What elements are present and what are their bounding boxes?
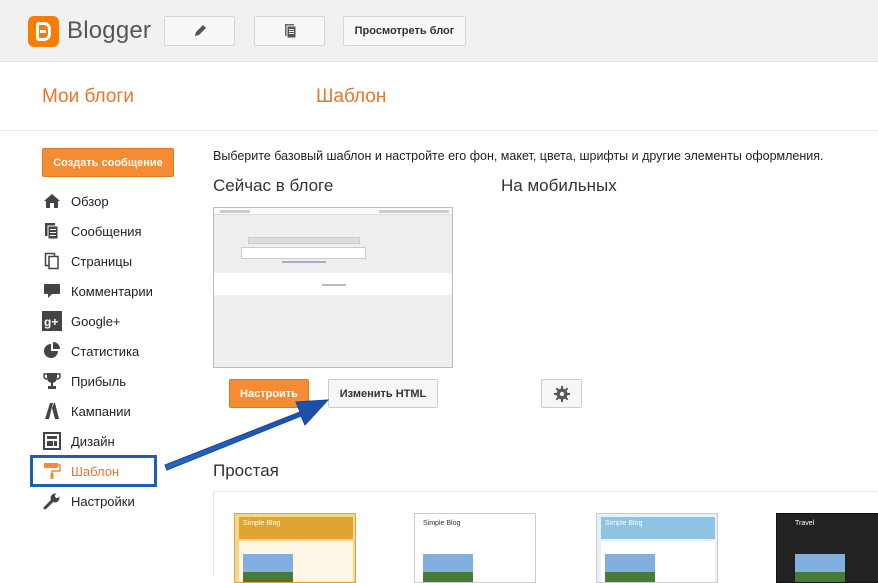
template-thumb-title: Simple Blog [423, 520, 461, 527]
sidebar-item-label: Страницы [71, 253, 133, 269]
pencil-icon [194, 25, 206, 36]
sidebar-item-settings[interactable]: Настройки [42, 490, 135, 512]
blogger-logo-icon[interactable] [28, 16, 59, 47]
brand-name[interactable]: Blogger [67, 17, 151, 45]
trophy-icon [42, 371, 62, 391]
customize-button[interactable]: Настроить [229, 379, 309, 408]
sidebar-item-label: Комментарии [71, 283, 153, 299]
sidebar-item-google-plus[interactable]: g+ Google+ [42, 310, 121, 332]
sidebar-item-pages[interactable]: Страницы [42, 250, 132, 272]
sidebar-item-label: Дизайн [71, 433, 115, 449]
simple-template-heading: Простая [213, 461, 279, 480]
sidebar-item-layout[interactable]: Дизайн [42, 430, 115, 452]
create-post-button[interactable]: Создать сообщение [42, 148, 174, 177]
template-thumb-simple-orange[interactable]: Simple Blog [234, 513, 356, 583]
home-icon [42, 191, 62, 211]
top-bar: Blogger Просмотреть блог [0, 0, 878, 62]
edit-html-button[interactable]: Изменить HTML [328, 379, 438, 408]
template-thumb-travel[interactable]: Travel [776, 513, 878, 583]
template-thumb-title: Simple Blog [243, 520, 281, 527]
sidebar-item-comments[interactable]: Комментарии [42, 280, 153, 302]
sidebar-item-label: Google+ [71, 313, 121, 329]
sidebar-item-posts[interactable]: Сообщения [42, 220, 142, 242]
intro-text: Выберите базовый шаблон и настройте его … [213, 149, 824, 163]
stats-icon [42, 341, 62, 361]
posts-icon [42, 221, 62, 241]
new-post-button[interactable] [164, 16, 235, 46]
gear-icon [553, 385, 570, 402]
sidebar-item-label: Прибыль [71, 373, 126, 389]
mobile-heading: На мобильных [501, 176, 617, 195]
svg-text:g+: g+ [44, 315, 58, 329]
template-thumb-simple-blue[interactable]: Simple Blog [596, 513, 718, 583]
document-icon [284, 24, 296, 39]
sidebar-item-label: Настройки [71, 493, 135, 509]
pages-icon [42, 251, 62, 271]
google-plus-icon: g+ [42, 311, 62, 331]
page-title: Шаблон [316, 86, 387, 107]
my-blogs-link[interactable]: Мои блоги [42, 86, 134, 108]
current-blog-heading: Сейчас в блоге [213, 176, 334, 195]
sidebar-item-label: Статистика [71, 343, 140, 359]
template-thumb-simple-white[interactable]: Simple Blog [414, 513, 536, 583]
wrench-icon [42, 491, 62, 511]
sidebar-item-stats[interactable]: Статистика [42, 340, 139, 362]
template-gallery: Simple Blog Simple Blog Simple Blog Trav… [213, 491, 878, 583]
sidebar-item-label: Сообщения [71, 223, 142, 239]
sidebar-item-earnings[interactable]: Прибыль [42, 370, 126, 392]
comments-icon [42, 281, 62, 301]
template-thumb-title: Travel [795, 520, 815, 527]
posts-list-button[interactable] [254, 16, 325, 46]
sidebar-item-campaigns[interactable]: Кампании [42, 400, 131, 422]
current-template-preview[interactable] [213, 207, 453, 368]
sidebar-item-label: Обзор [71, 193, 109, 209]
mobile-settings-button[interactable] [541, 379, 582, 408]
layout-icon [42, 431, 62, 451]
annotation-highlight-box [30, 455, 157, 487]
sidebar-item-label: Кампании [71, 403, 131, 419]
campaigns-icon [42, 401, 62, 421]
sidebar-item-overview[interactable]: Обзор [42, 190, 109, 212]
view-blog-button[interactable]: Просмотреть блог [343, 16, 466, 46]
template-thumb-title: Simple Blog [605, 520, 643, 527]
